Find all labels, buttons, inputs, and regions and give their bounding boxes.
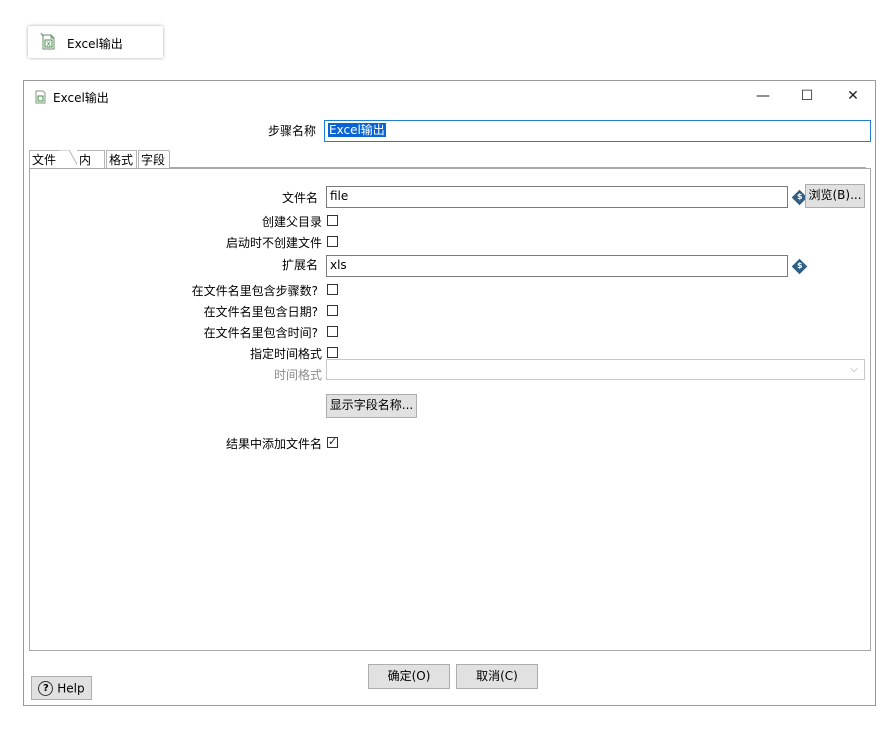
tab-fields[interactable]: 字段 — [138, 150, 170, 168]
create-parent-dir-checkbox[interactable] — [327, 215, 338, 226]
window-title: Excel输出 — [53, 91, 109, 105]
filename-value: file — [330, 189, 349, 203]
file-tab-panel: 文件名 file $ 浏览(B)... 创建父目录 启动时不创建文件 扩展名 x… — [29, 168, 871, 651]
excel-output-dialog: Excel输出 — ☐ ✕ 步骤名称 Excel输出 文件 内容 格式 字段 文… — [23, 80, 876, 706]
tab-format[interactable]: 格式 — [106, 150, 137, 168]
browse-button-label: 浏览(B)... — [808, 188, 862, 202]
ok-button[interactable]: 确定(O) — [368, 664, 450, 689]
create-parent-dir-label: 创建父目录 — [261, 215, 322, 229]
specify-format-checkbox[interactable] — [327, 347, 338, 358]
include-time-label: 在文件名里包含时间? — [203, 326, 318, 340]
browse-button[interactable]: 浏览(B)... — [805, 184, 865, 208]
date-format-select[interactable]: ⌵ — [326, 359, 865, 380]
minimize-icon: — — [756, 88, 770, 104]
include-date-label: 在文件名里包含日期? — [203, 305, 318, 319]
help-button-label: Help — [57, 681, 85, 696]
step-name-value: Excel输出 — [328, 123, 386, 137]
show-field-names-label: 显示字段名称... — [329, 398, 414, 412]
extension-input[interactable]: xls — [326, 255, 788, 277]
tab-file-label: 文件 — [32, 153, 57, 167]
cancel-button[interactable]: 取消(C) — [456, 664, 538, 689]
maximize-button[interactable]: ☐ — [791, 84, 823, 108]
specify-format-label: 指定时间格式 — [249, 347, 322, 361]
cancel-button-label: 取消(C) — [476, 669, 518, 683]
help-button[interactable]: ? Help — [31, 676, 92, 700]
maximize-icon: ☐ — [800, 88, 814, 104]
include-stepnr-checkbox[interactable] — [327, 284, 338, 295]
help-icon: ? — [38, 681, 54, 696]
close-button[interactable]: ✕ — [837, 84, 869, 108]
chevron-down-icon: ⌵ — [850, 364, 858, 375]
dollar-diamond-icon: $ — [791, 258, 808, 275]
step-node[interactable]: X Excel输出 — [28, 26, 163, 58]
filename-label: 文件名 — [281, 191, 318, 205]
minimize-button[interactable]: — — [747, 84, 779, 108]
step-name-label: 步骤名称 — [267, 124, 316, 138]
extension-value: xls — [330, 258, 347, 272]
excel-file-icon — [34, 90, 47, 107]
no-create-on-start-label: 启动时不创建文件 — [225, 236, 322, 250]
no-create-on-start-checkbox[interactable] — [327, 236, 338, 247]
add-to-result-label: 结果中添加文件名 — [225, 437, 322, 451]
add-to-result-checkbox[interactable]: ✓ — [327, 435, 338, 448]
extension-label: 扩展名 — [281, 258, 318, 272]
date-format-label: 时间格式 — [273, 368, 322, 382]
tab-file-slope — [59, 150, 79, 169]
include-time-checkbox[interactable] — [327, 326, 338, 337]
ok-button-label: 确定(O) — [387, 669, 431, 683]
include-stepnr-label: 在文件名里包含步骤数? — [191, 284, 318, 298]
step-node-label: Excel输出 — [67, 37, 123, 51]
tab-format-label: 格式 — [109, 153, 134, 167]
excel-file-icon: X — [40, 32, 56, 54]
show-field-names-button[interactable]: 显示字段名称... — [326, 394, 417, 418]
tab-fields-label: 字段 — [141, 153, 166, 167]
checkmark-icon: ✓ — [328, 435, 338, 448]
tab-content[interactable]: 内容 — [77, 150, 105, 185]
filename-input[interactable]: file — [326, 186, 788, 208]
close-icon: ✕ — [847, 88, 859, 104]
step-name-input[interactable]: Excel输出 — [324, 120, 871, 142]
include-date-checkbox[interactable] — [327, 305, 338, 316]
svg-text:X: X — [46, 41, 50, 48]
